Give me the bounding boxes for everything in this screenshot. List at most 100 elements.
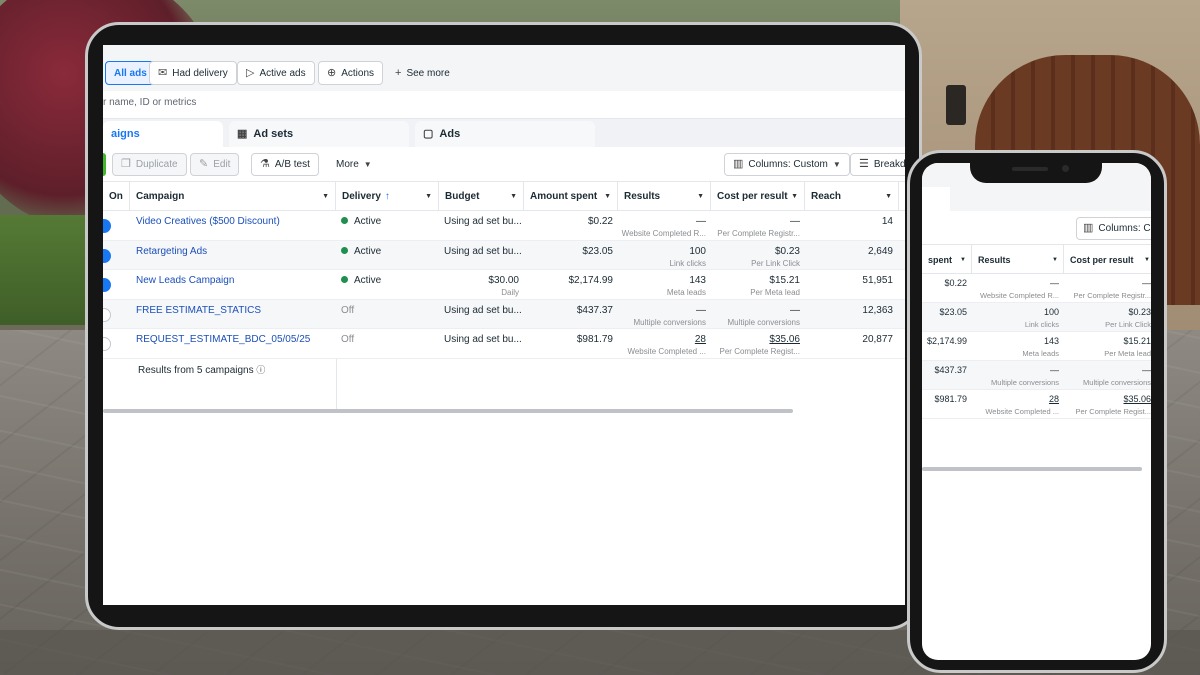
budget-cell: Using ad set bu... [439, 300, 524, 329]
had-delivery-chip[interactable]: ✉ Had delivery [149, 61, 237, 85]
reach-cell: 14 [805, 211, 899, 240]
active-ads-chip[interactable]: ▷ Active ads [237, 61, 315, 85]
phone-notch [970, 155, 1102, 183]
caret-down-icon: ▼ [960, 256, 966, 263]
col-amount-spent[interactable]: Amount spent ▼ [524, 182, 618, 211]
delivery-status: Active [354, 245, 382, 257]
results-type: Website Completed R... [621, 229, 706, 238]
results-value: — [696, 216, 706, 227]
level-tabs: aigns ▦ Ad sets ▢ Ads [103, 119, 905, 147]
campaign-name-link[interactable]: FREE ESTIMATE_STATICS [136, 305, 261, 316]
cost-per-result-type: Multiple conversions [727, 317, 800, 327]
cost-per-result-value: — [790, 216, 800, 227]
results-cell: — Website Completed R... [618, 211, 711, 240]
col-cost-per-result[interactable]: Cost per result ▼ [711, 182, 805, 211]
breakdown-button[interactable]: ☰ Breakd [850, 153, 905, 176]
results-value: 100 [689, 245, 706, 257]
tab-campaigns[interactable]: aigns [103, 121, 223, 147]
active-status-dot [341, 276, 348, 283]
edit-button[interactable]: ✎ Edit [190, 153, 240, 176]
phone-tab[interactable] [922, 187, 950, 211]
table-header: On Campaign ▼ Delivery ↑ ▼ Budget ▼ Amount s… [103, 181, 905, 211]
reach-value: 20,877 [862, 334, 893, 345]
toggle-cell [103, 300, 130, 329]
see-more-button[interactable]: + See more [387, 61, 458, 85]
phone-col-spent[interactable]: spent ▼ [922, 245, 972, 274]
phone-table-row[interactable]: $0.22 — Website Completed R... — Per Complet… [922, 274, 1151, 303]
caret-down-icon: ▼ [322, 193, 329, 200]
reach-value: 51,951 [862, 275, 893, 286]
create-button[interactable] [103, 153, 106, 176]
campaign-name-link[interactable]: Video Creatives ($500 Discount) [136, 216, 280, 227]
tab-ads[interactable]: ▢ Ads [415, 121, 595, 147]
table-row[interactable]: REQUEST_ESTIMATE_BDC_05/05/25 Off Using ad… [103, 329, 905, 359]
campaign-toggle[interactable] [103, 307, 111, 322]
col-campaign[interactable]: Campaign ▼ [130, 182, 336, 211]
results-value: 28 [1048, 394, 1059, 404]
amount-spent-value: $23.05 [582, 245, 613, 257]
speaker [1012, 167, 1048, 171]
horizontal-scrollbar[interactable] [103, 409, 793, 413]
columns-button[interactable]: ▥ Columns: Custom ▼ [724, 153, 850, 176]
campaign-toggle[interactable] [103, 278, 111, 292]
cost-per-result-type: Per Meta lead [750, 288, 800, 297]
phone-cpr-cell: $15.21 Per Meta lead [1064, 332, 1151, 360]
phone-amount-cell: $437.37 [922, 361, 972, 389]
delivery-status: Off [341, 304, 355, 316]
campaign-name-link[interactable]: New Leads Campaign [136, 275, 234, 286]
results-type: Link clicks [669, 258, 706, 268]
table-row[interactable]: Video Creatives ($500 Discount) Active Usi… [103, 211, 905, 241]
phone-col-cost-per-result[interactable]: Cost per result ▼ [1064, 245, 1151, 274]
phone-cpr-cell: — Multiple conversions [1064, 361, 1151, 389]
col-results[interactable]: Results ▼ [618, 182, 711, 211]
results-cell: 28 Website Completed ... [618, 329, 711, 358]
phone-table-row[interactable]: $437.37 — Multiple conversions — Multiple co… [922, 361, 1151, 390]
table-row[interactable]: FREE ESTIMATE_STATICS Off Using ad set bu.… [103, 299, 905, 329]
ab-test-button[interactable]: ⚗ A/B test [251, 153, 319, 176]
phone-table-row[interactable]: $981.79 28 Website Completed ... $35.06 Per … [922, 390, 1151, 419]
toggle-cell [103, 241, 130, 270]
results-type: Website Completed ... [985, 407, 1059, 416]
cost-per-result-value: $15.21 [1123, 336, 1151, 346]
results-value[interactable]: 28 [695, 334, 706, 345]
more-button[interactable]: More ▼ [328, 153, 380, 176]
results-type: Multiple conversions [991, 378, 1059, 387]
campaign-cell: FREE ESTIMATE_STATICS [130, 300, 336, 329]
table-row[interactable]: Retargeting Ads Active Using ad set bu... $… [103, 240, 905, 270]
col-reach[interactable]: Reach ▼ [805, 182, 899, 211]
budget-cell: Using ad set bu... [439, 211, 524, 240]
phone-results-cell: 28 Website Completed ... [972, 390, 1064, 418]
results-type: Meta leads [666, 288, 706, 297]
campaign-toggle[interactable] [103, 248, 111, 263]
col-on[interactable]: On [103, 182, 130, 211]
cost-per-result-value: — [1142, 365, 1151, 375]
camera-icon [1062, 165, 1069, 172]
phone-columns-button[interactable]: ▥ Columns: Cu [1076, 217, 1151, 240]
campaign-name-link[interactable]: REQUEST_ESTIMATE_BDC_05/05/25 [136, 334, 310, 345]
results-value: 100 [1043, 307, 1059, 317]
delivery-status: Off [341, 334, 355, 345]
phone-table-row[interactable]: $2,174.99 143 Meta leads $15.21 Per Meta lea… [922, 332, 1151, 361]
amount-spent-value: $981.79 [576, 334, 613, 345]
actions-chip[interactable]: ⊕ Actions [318, 61, 384, 85]
phone-horizontal-scrollbar[interactable] [922, 467, 1142, 471]
phone-amount-cell: $2,174.99 [922, 332, 972, 360]
col-delivery[interactable]: Delivery ↑ ▼ [336, 182, 439, 211]
cost-per-result-value[interactable]: $35.06 [769, 334, 800, 345]
tab-ad-sets[interactable]: ▦ Ad sets [229, 121, 409, 147]
table-row[interactable]: New Leads Campaign Active $30.00 Daily $2,17… [103, 270, 905, 300]
phone-table-row[interactable]: $23.05 100 Link clicks $0.23 Per Link Click [922, 303, 1151, 332]
campaign-toggle[interactable] [103, 337, 111, 351]
campaign-name-link[interactable]: Retargeting Ads [136, 246, 207, 257]
phone-col-results[interactable]: Results ▼ [972, 245, 1064, 274]
caret-down-icon: ▼ [791, 193, 798, 200]
duplicate-button[interactable]: ❐ Duplicate [112, 153, 187, 176]
col-budget[interactable]: Budget ▼ [439, 182, 524, 211]
search-input[interactable]: r name, ID or metrics [103, 91, 905, 119]
campaign-toggle[interactable] [103, 219, 111, 233]
budget-cell: $30.00 Daily [439, 270, 524, 299]
toggle-cell [103, 270, 130, 299]
delivery-cell: Active [336, 211, 439, 240]
phone-table-header: spent ▼ Results ▼ Cost per result ▼ [922, 244, 1151, 274]
cost-per-result-cell: $35.06 Per Complete Regist... [711, 329, 805, 358]
